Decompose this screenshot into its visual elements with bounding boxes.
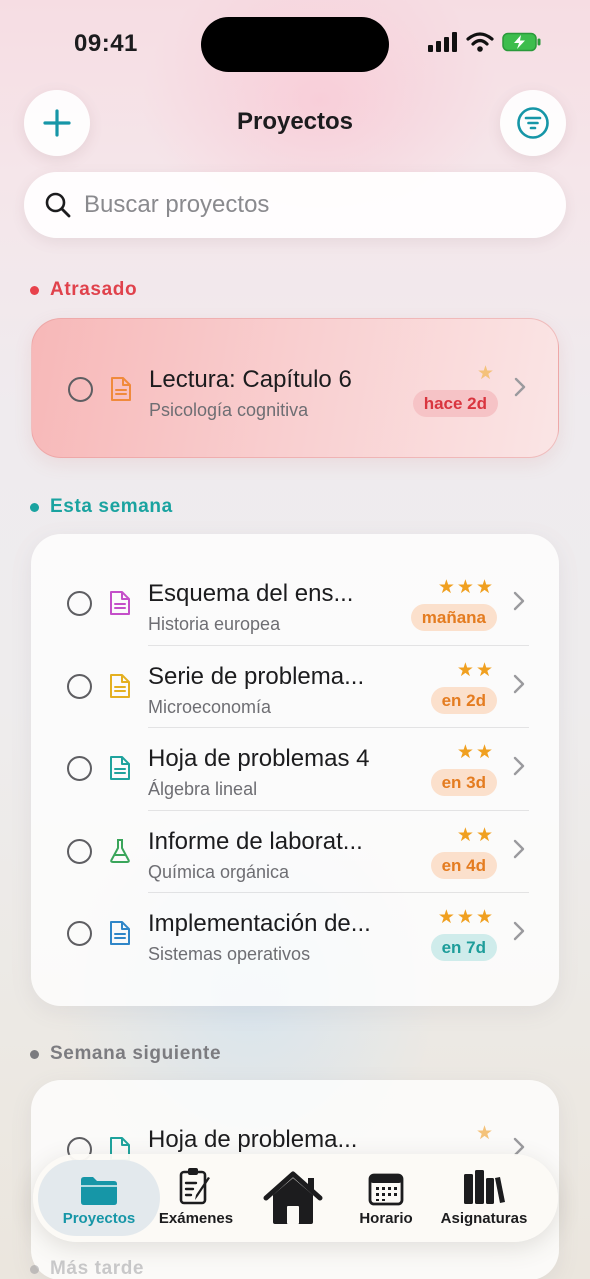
this-week-card: Esquema del ens... Historia europea ★★★ … <box>31 534 559 1006</box>
tab-examenes[interactable]: Exámenes <box>153 1154 239 1242</box>
document-icon <box>111 377 131 401</box>
exam-edit-icon <box>179 1168 210 1205</box>
document-icon <box>110 674 130 698</box>
project-subject: Sistemas operativos <box>148 944 311 964</box>
document-icon <box>110 756 130 780</box>
chevron-right-icon <box>514 377 526 397</box>
tab-label: Proyectos <box>62 1210 136 1227</box>
complete-checkbox[interactable] <box>67 674 92 699</box>
section-dot <box>30 1264 39 1274</box>
tab-label: Asignaturas <box>440 1210 528 1227</box>
priority-stars: ★★ <box>456 825 495 846</box>
project-row[interactable]: Esquema del ens... Historia europea ★★★ … <box>31 562 559 644</box>
due-badge: en 2d <box>430 687 497 714</box>
chevron-right-icon <box>513 674 525 694</box>
complete-checkbox[interactable] <box>68 377 93 402</box>
chevron-right-icon <box>513 591 525 611</box>
complete-checkbox[interactable] <box>67 839 92 864</box>
project-subject: Historia europea <box>148 614 281 634</box>
tab-label: Exámenes <box>158 1210 234 1227</box>
home-icon <box>263 1171 323 1224</box>
chevron-right-icon <box>513 921 525 941</box>
complete-checkbox[interactable] <box>67 756 92 781</box>
project-row[interactable]: Serie de problema... Microeconomía ★★ en… <box>31 645 559 727</box>
chevron-right-icon <box>513 839 525 859</box>
project-subject: Microeconomía <box>148 697 272 717</box>
project-row[interactable]: Hoja de problemas 4 Álgebra lineal ★★ en… <box>31 727 559 809</box>
tab-horario[interactable]: Horario <box>346 1154 426 1242</box>
project-title: Serie de problema... <box>148 663 365 690</box>
priority-stars: ★ <box>475 1123 495 1144</box>
project-row[interactable]: Implementación de... Sistemas operativos… <box>31 892 559 974</box>
section-label: Esta semana <box>50 496 173 517</box>
priority-stars: ★★ <box>456 742 495 763</box>
project-row[interactable]: Informe de laborat... Química orgánica ★… <box>31 810 559 892</box>
section-label: Atrasado <box>50 279 138 300</box>
due-badge: hace 2d <box>412 390 498 417</box>
cellular-signal-icon <box>428 32 457 52</box>
calendar-icon <box>368 1173 404 1206</box>
tab-bar: Proyectos Exámenes Horario Asignaturas <box>33 1154 558 1242</box>
filter-icon <box>517 107 549 139</box>
tab-home[interactable] <box>255 1154 331 1242</box>
section-header-later: Más tarde <box>30 1258 144 1279</box>
project-title: Informe de laborat... <box>148 828 363 855</box>
complete-checkbox[interactable] <box>67 921 92 946</box>
tab-asignaturas[interactable]: Asignaturas <box>433 1154 535 1242</box>
folder-icon <box>81 1177 117 1205</box>
due-badge: mañana <box>410 604 497 631</box>
due-badge: en 3d <box>430 769 497 796</box>
dynamic-island <box>201 17 389 72</box>
priority-stars: ★★★ <box>437 907 495 928</box>
document-icon <box>110 591 130 615</box>
books-icon <box>464 1170 505 1204</box>
search-field[interactable]: Buscar proyectos <box>24 172 566 238</box>
project-title: Hoja de problemas 4 <box>148 745 370 772</box>
priority-stars: ★★★ <box>437 577 495 598</box>
status-time: 09:41 <box>74 30 138 57</box>
due-badge: en 7d <box>430 934 497 961</box>
due-badge: en 4d <box>430 852 497 879</box>
search-placeholder: Buscar proyectos <box>84 191 270 218</box>
filter-button[interactable] <box>500 90 566 156</box>
priority-stars: ★★ <box>456 660 495 681</box>
tab-label: Horario <box>359 1210 413 1227</box>
section-dot <box>30 285 39 295</box>
overdue-card: Lectura: Capítulo 6 Psicología cognitiva… <box>31 318 559 458</box>
project-title: Implementación de... <box>148 910 371 937</box>
project-subject: Química orgánica <box>148 862 290 882</box>
project-subject: Álgebra lineal <box>148 779 258 799</box>
priority-stars: ★ <box>476 363 496 384</box>
search-icon <box>45 192 71 218</box>
project-row[interactable]: Lectura: Capítulo 6 Psicología cognitiva… <box>32 348 560 430</box>
complete-checkbox[interactable] <box>67 591 92 616</box>
tab-proyectos[interactable]: Proyectos <box>38 1154 160 1242</box>
section-label: Más tarde <box>50 1258 145 1279</box>
project-title: Hoja de problema... <box>148 1126 358 1153</box>
battery-charging-icon <box>502 32 541 52</box>
project-subject: Psicología cognitiva <box>149 400 309 420</box>
section-dot <box>30 502 39 512</box>
wifi-icon <box>466 32 494 52</box>
section-header-this-week: Esta semana <box>30 496 173 518</box>
document-icon <box>110 921 130 945</box>
section-label: Semana siguiente <box>50 1043 222 1064</box>
project-title: Lectura: Capítulo 6 <box>149 366 352 393</box>
chevron-right-icon <box>513 756 525 776</box>
project-title: Esquema del ens... <box>148 580 354 607</box>
section-header-next-week: Semana siguiente <box>30 1043 221 1065</box>
section-header-overdue: Atrasado <box>30 279 137 301</box>
section-dot <box>30 1049 39 1059</box>
status-icons <box>428 32 542 52</box>
flask-icon <box>110 839 130 863</box>
